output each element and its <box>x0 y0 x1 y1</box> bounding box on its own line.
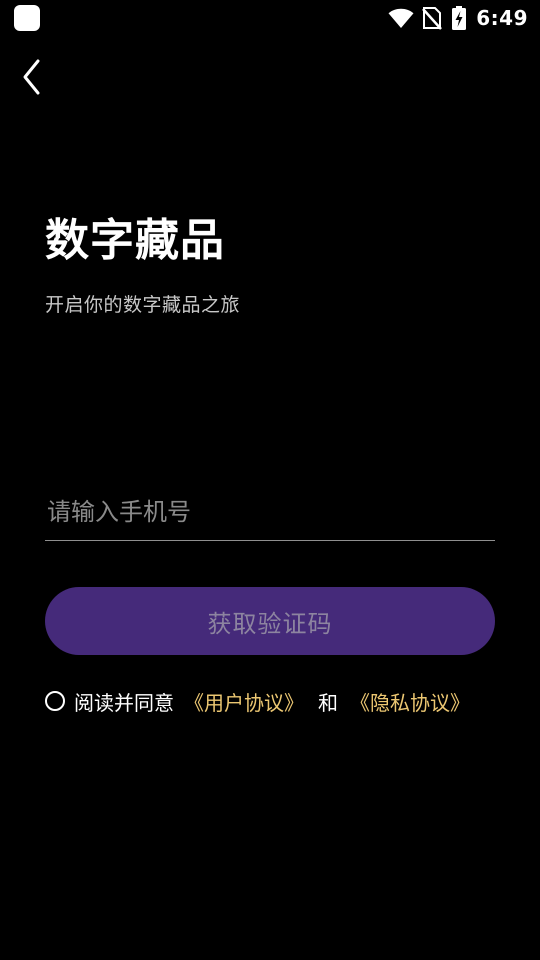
phone-input-underline <box>45 540 495 541</box>
status-bar: 6:49 <box>0 0 540 38</box>
login-screen: 6:49 数字藏品 开启你的数字藏品之旅 获取验证码 阅读并同意 《用户协议》 … <box>0 0 540 960</box>
agreement-and: 和 <box>318 690 338 715</box>
notification-icon <box>14 5 40 31</box>
phone-input[interactable] <box>45 488 495 536</box>
wifi-icon <box>388 7 414 29</box>
battery-charging-icon <box>452 6 467 30</box>
chevron-left-icon <box>23 59 40 95</box>
agreement-row: 阅读并同意 《用户协议》 和 《隐私协议》 <box>45 686 470 716</box>
status-icons: 6:49 <box>388 4 528 32</box>
privacy-policy-link[interactable]: 《隐私协议》 <box>350 687 470 716</box>
page-subtitle: 开启你的数字藏品之旅 <box>45 294 241 316</box>
agree-checkbox[interactable] <box>45 691 65 711</box>
get-code-button[interactable]: 获取验证码 <box>45 587 495 655</box>
back-button[interactable] <box>18 56 50 98</box>
page-title: 数字藏品 <box>45 215 225 266</box>
status-time: 6:49 <box>476 6 528 30</box>
agreement-prefix: 阅读并同意 <box>74 690 174 715</box>
no-sim-icon <box>422 6 443 30</box>
user-agreement-link[interactable]: 《用户协议》 <box>184 687 304 716</box>
